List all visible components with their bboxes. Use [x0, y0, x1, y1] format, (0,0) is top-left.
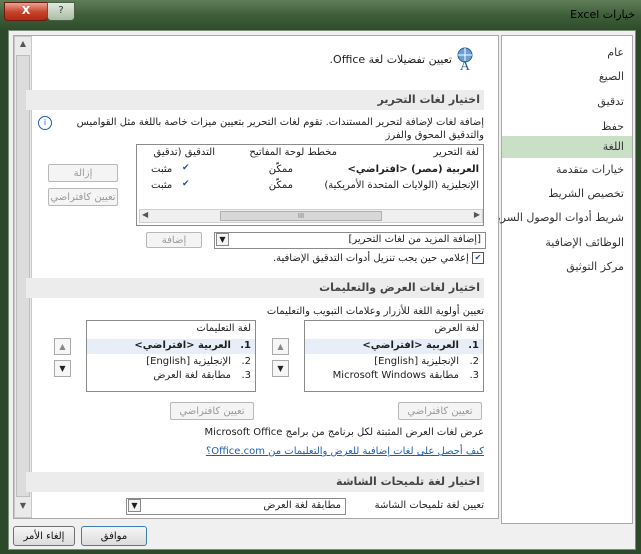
- h-scroll-thumb[interactable]: III: [220, 211, 382, 221]
- row-keyboard: ممكّن: [268, 164, 293, 175]
- scroll-up-icon[interactable]: ▲: [17, 39, 29, 51]
- dialog-footer: موافق إلغاء الأمر: [9, 521, 635, 549]
- list-item-number: 1.: [240, 340, 251, 351]
- notify-checkbox[interactable]: ✔: [472, 252, 484, 264]
- language-globe-icon: A: [456, 46, 486, 74]
- ok-button[interactable]: موافق: [81, 526, 147, 546]
- col-header-proofing: التدقيق (تدقيق: [153, 147, 215, 158]
- nav-item-formulas[interactable]: الصيغ: [502, 66, 632, 88]
- editing-languages-table: لغة التحرير مخطط لوحة المفاتيح التدقيق (…: [136, 144, 484, 226]
- nav-item-language[interactable]: اللغة: [502, 136, 632, 158]
- screentip-select-value: مطابقة لغة العرض: [263, 500, 341, 511]
- display-move-down-button[interactable]: ▼: [272, 360, 289, 377]
- nav-item-addins[interactable]: الوظائف الإضافية: [502, 232, 632, 254]
- list-item-number: 2.: [241, 356, 251, 367]
- list-item-number: 2.: [469, 356, 479, 367]
- set-default-editing-button[interactable]: تعيين كافتراضي: [48, 188, 118, 206]
- list-item-label: الإنجليزية [English]: [146, 356, 231, 367]
- set-default-display-button[interactable]: تعيين كافتراضي: [398, 402, 482, 420]
- chevron-down-icon[interactable]: ▼: [216, 233, 229, 246]
- get-more-languages-link[interactable]: كيف أحصل على لغات إضافية للعرض والتعليما…: [206, 446, 484, 457]
- set-default-help-button[interactable]: تعيين كافتراضي: [170, 402, 254, 420]
- notify-row[interactable]: ✔ إعلامي حين يجب تنزيل أدوات التدقيق الإ…: [273, 252, 484, 264]
- scroll-right-icon[interactable]: ▶: [474, 210, 480, 219]
- help-button[interactable]: ?: [47, 2, 75, 21]
- help-move-up-button[interactable]: ▲: [54, 338, 71, 355]
- options-nav: عام الصيغ تدقيق حفظ اللغة خيارات متقدمة …: [492, 35, 633, 524]
- horizontal-scrollbar[interactable]: ◀ ▶ III: [139, 209, 483, 223]
- list-item-label: مطابقة Microsoft Windows: [332, 370, 459, 381]
- nav-item-quick-access[interactable]: شريط أدوات الوصول السريع: [492, 207, 632, 229]
- title-bar: X ? خيارات Excel: [0, 0, 641, 30]
- list-item-number: 1.: [468, 340, 479, 351]
- screentip-label: تعيين لغة تلميحات الشاشة: [374, 500, 484, 511]
- list-item[interactable]: 1. العربية <افتراضي>: [305, 339, 483, 354]
- table-row[interactable]: الإنجليزية (الولايات المتحدة الأمريكية) …: [137, 179, 483, 194]
- display-description: تعيين أولوية اللغة للأزرار وعلامات التبو…: [266, 306, 484, 317]
- list-item[interactable]: 1. العربية <افتراضي>: [87, 339, 255, 354]
- display-list-title: لغة العرض: [434, 323, 479, 334]
- screentip-select[interactable]: مطابقة لغة العرض ▼: [126, 498, 346, 515]
- list-item[interactable]: 2. الإنجليزية [English]: [87, 355, 255, 370]
- nav-item-general[interactable]: عام: [502, 42, 632, 64]
- list-item[interactable]: 3. مطابقة لغة العرض: [87, 369, 255, 384]
- help-language-list: لغة التعليمات 1. العربية <افتراضي> 2. ال…: [86, 320, 256, 392]
- row-proofing: مثبت: [151, 164, 173, 175]
- svg-text:A: A: [460, 59, 471, 72]
- list-item-number: 3.: [241, 370, 251, 381]
- notify-label: إعلامي حين يجب تنزيل أدوات التدقيق الإضا…: [272, 253, 469, 264]
- page-title: تعيين تفضيلات لغة Office.: [329, 53, 452, 66]
- editing-section-header: اختيار لغات التحرير: [26, 90, 484, 110]
- help-move-down-button[interactable]: ▼: [54, 360, 71, 377]
- add-language-select-value: [إضافة المزيد من لغات التحرير]: [348, 234, 481, 245]
- scroll-down-icon[interactable]: ▼: [17, 501, 29, 513]
- table-row[interactable]: العربية (مصر) <افتراضي> ممكّن ✔ مثبت: [137, 163, 483, 178]
- window-title: خيارات Excel: [570, 8, 635, 21]
- nav-item-trust-center[interactable]: مركز التوثيق: [502, 256, 632, 278]
- nav-item-proofing[interactable]: تدقيق: [502, 91, 632, 113]
- list-item-label: مطابقة لغة العرض: [153, 370, 231, 381]
- proofing-check-icon: ✔: [182, 163, 190, 173]
- scroll-thumb[interactable]: [16, 55, 30, 497]
- proofing-check-icon: ✔: [182, 179, 190, 189]
- list-item-label: الإنجليزية [English]: [374, 356, 459, 367]
- add-button[interactable]: إضافة: [146, 232, 202, 248]
- col-header-language: لغة التحرير: [433, 147, 479, 158]
- options-dialog: عام الصيغ تدقيق حفظ اللغة خيارات متقدمة …: [8, 30, 636, 550]
- display-section-header: اختيار لغات العرض والتعليمات: [26, 278, 484, 298]
- remove-button[interactable]: إزالة: [48, 164, 118, 182]
- chevron-down-icon[interactable]: ▼: [128, 499, 141, 512]
- col-header-keyboard: مخطط لوحة المفاتيح: [249, 147, 337, 158]
- list-item[interactable]: 2. الإنجليزية [English]: [305, 355, 483, 370]
- row-language: العربية (مصر) <افتراضي>: [347, 164, 479, 175]
- nav-item-save[interactable]: حفظ: [502, 116, 632, 138]
- list-item-label: العربية <افتراضي>: [134, 340, 231, 351]
- display-move-up-button[interactable]: ▲: [272, 338, 289, 355]
- language-pane: ▲ ▼ A تعيين تفضيلات لغة Office. اختيار ل…: [13, 35, 499, 519]
- nav-item-advanced[interactable]: خيارات متقدمة: [502, 159, 632, 181]
- list-item-label: العربية <افتراضي>: [362, 340, 459, 351]
- close-button[interactable]: X: [4, 2, 48, 21]
- screentip-section-header: اختيار لغة تلميحات الشاشة: [26, 472, 484, 492]
- help-list-title: لغة التعليمات: [196, 323, 251, 334]
- list-item-number: 3.: [469, 370, 479, 381]
- display-language-list: لغة العرض 1. العربية <افتراضي> 2. الإنجل…: [304, 320, 484, 392]
- row-keyboard: ممكّن: [268, 180, 293, 191]
- row-language: الإنجليزية (الولايات المتحدة الأمريكية): [324, 180, 479, 191]
- row-proofing: مثبت: [151, 180, 173, 191]
- nav-item-customize-ribbon[interactable]: تخصيص الشريط: [502, 183, 632, 205]
- view-installed-link[interactable]: عرض لغات العرض المثبتة لكل برنامج من برا…: [205, 427, 484, 438]
- cancel-button[interactable]: إلغاء الأمر: [13, 526, 75, 546]
- info-icon: i: [38, 116, 52, 130]
- add-language-select[interactable]: [إضافة المزيد من لغات التحرير] ▼: [214, 232, 486, 249]
- list-item[interactable]: 3. مطابقة Microsoft Windows: [305, 369, 483, 384]
- editing-description: إضافة لغات لإضافة لتحرير المستندات. تقوم…: [76, 117, 484, 141]
- scroll-left-icon[interactable]: ◀: [142, 210, 148, 219]
